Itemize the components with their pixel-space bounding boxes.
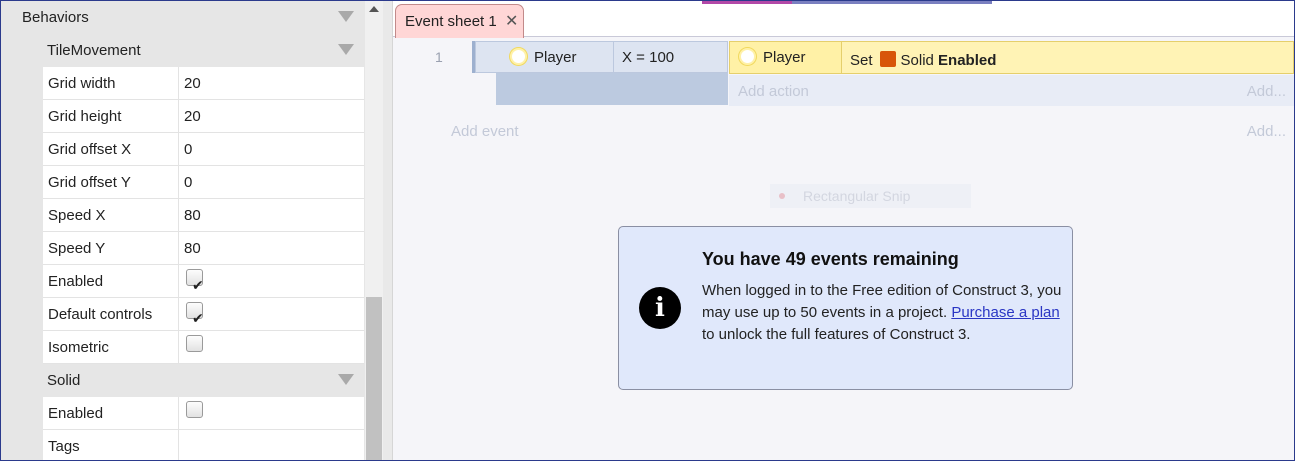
property-value[interactable]: 0 [184, 141, 192, 158]
property-row-tags[interactable]: Tags [43, 430, 364, 460]
property-row-grid-width[interactable]: Grid width 20 [43, 67, 364, 100]
solid-behavior-icon [879, 51, 896, 67]
action-object-name: Player [763, 49, 806, 66]
tags-field[interactable] [178, 430, 364, 460]
solid-enabled-checkbox[interactable] [186, 401, 203, 418]
section-tilemovement-label: TileMovement [47, 42, 141, 59]
add-event-link[interactable]: Add event [451, 123, 519, 140]
tab-bar: Event sheet 1 ✕ [393, 1, 1294, 38]
property-key: Speed Y [48, 240, 106, 257]
action-state: Enabled [938, 52, 997, 69]
property-row-speed-x[interactable]: Speed X 80 [43, 199, 364, 232]
sprite-object-icon [739, 48, 756, 65]
action-behavior: Solid [900, 52, 934, 69]
property-row-default-controls[interactable]: Default controls ✔ [43, 298, 364, 331]
check-icon: ✔ [192, 311, 204, 327]
property-row-isometric[interactable]: Isometric [43, 331, 364, 364]
rectangular-snip-overlay: Rectangular Snip [770, 184, 971, 208]
property-key: Tags [48, 438, 80, 455]
property-value[interactable]: 80 [184, 240, 201, 257]
section-tilemovement[interactable]: TileMovement [1, 34, 364, 67]
add-event-more-link[interactable]: Add... [1247, 123, 1286, 140]
action-block[interactable]: Player Set Solid Enabled [729, 41, 1294, 74]
notice-title: You have 49 events remaining [702, 249, 959, 269]
property-key: Grid offset Y [48, 174, 131, 191]
snip-dot-icon [779, 193, 785, 199]
tab-label: Event sheet 1 [405, 13, 497, 30]
property-value-field[interactable]: 80 [178, 199, 364, 232]
toolbar-accent [702, 1, 792, 4]
sprite-object-icon [510, 48, 527, 65]
property-row-grid-height[interactable]: Grid height 20 [43, 100, 364, 133]
section-behaviors[interactable]: Behaviors [1, 1, 364, 34]
property-row-speed-y[interactable]: Speed Y 80 [43, 232, 364, 265]
property-value-field[interactable]: 20 [178, 67, 364, 100]
property-row-grid-offset-y[interactable]: Grid offset Y 0 [43, 166, 364, 199]
close-icon[interactable]: ✕ [505, 11, 518, 31]
properties-indent-strip [1, 1, 43, 460]
condition-drop-area[interactable] [496, 73, 728, 105]
panel-splitter[interactable] [383, 1, 393, 460]
property-value-field: ✔ [178, 298, 364, 331]
property-value[interactable]: 20 [184, 108, 201, 125]
enabled-checkbox[interactable]: ✔ [186, 269, 204, 294]
section-solid[interactable]: Solid [43, 364, 364, 397]
section-solid-label: Solid [47, 372, 81, 389]
chevron-down-icon[interactable] [338, 11, 354, 22]
property-key: Grid offset X [48, 141, 132, 158]
property-key: Default controls [48, 306, 153, 323]
property-key: Grid height [48, 108, 122, 125]
add-action-link[interactable]: Add action [738, 83, 809, 100]
info-icon: i [639, 287, 681, 329]
property-value-field: ✔ [178, 265, 364, 298]
property-key: Enabled [48, 405, 104, 422]
scroll-up-arrow-icon[interactable] [369, 6, 379, 12]
property-key: Enabled [48, 273, 104, 290]
action-text[interactable]: Set Solid Enabled [850, 51, 996, 69]
isometric-checkbox[interactable] [186, 335, 203, 352]
condition-expression[interactable]: X = 100 [622, 49, 674, 66]
property-row-solid-enabled[interactable]: Enabled [43, 397, 364, 430]
properties-panel: Behaviors TileMovement Grid width 20 Gri… [1, 1, 365, 460]
add-action-more-link[interactable]: Add... [1247, 83, 1286, 100]
property-row-enabled[interactable]: Enabled ✔ [43, 265, 364, 298]
property-value-field[interactable]: 20 [178, 100, 364, 133]
event-sheet-view: Event sheet 1 ✕ 1 Player X = 100 Player … [393, 1, 1294, 460]
condition-object[interactable]: Player [476, 42, 614, 72]
property-value[interactable]: 0 [184, 174, 192, 191]
property-key: Isometric [48, 339, 109, 356]
scrollbar-thumb[interactable] [366, 297, 382, 460]
section-behaviors-label: Behaviors [22, 9, 89, 26]
tab-event-sheet-1[interactable]: Event sheet 1 ✕ [395, 4, 524, 38]
action-object[interactable]: Player [730, 42, 842, 73]
property-key: Speed X [48, 207, 106, 224]
chevron-down-icon[interactable] [338, 44, 354, 55]
property-value[interactable]: 80 [184, 207, 201, 224]
event-number: 1 [435, 49, 443, 65]
property-value-field[interactable]: 0 [178, 133, 364, 166]
property-row-grid-offset-x[interactable]: Grid offset X 0 [43, 133, 364, 166]
check-icon: ✔ [192, 278, 204, 294]
purchase-plan-link[interactable]: Purchase a plan [951, 304, 1059, 321]
condition-block[interactable]: Player X = 100 [475, 41, 728, 73]
property-value[interactable]: 20 [184, 75, 201, 92]
property-value-field[interactable]: 80 [178, 232, 364, 265]
notice-body: When logged in to the Free edition of Co… [702, 280, 1062, 346]
action-verb: Set [850, 52, 873, 69]
events-remaining-notice: i You have 49 events remaining When logg… [618, 226, 1073, 390]
condition-object-name: Player [534, 49, 577, 66]
property-value-field[interactable]: 0 [178, 166, 364, 199]
toolbar-accent [792, 1, 992, 4]
property-value-field [178, 331, 364, 364]
add-action-row[interactable]: Add action Add... [729, 75, 1294, 106]
snip-label: Rectangular Snip [803, 188, 911, 204]
default-controls-checkbox[interactable]: ✔ [186, 302, 204, 327]
property-value-field [178, 397, 364, 430]
notice-text-2: to unlock the full features of Construct… [702, 326, 971, 343]
chevron-down-icon[interactable] [338, 374, 354, 385]
properties-scrollbar[interactable] [365, 1, 383, 460]
property-key: Grid width [48, 75, 116, 92]
